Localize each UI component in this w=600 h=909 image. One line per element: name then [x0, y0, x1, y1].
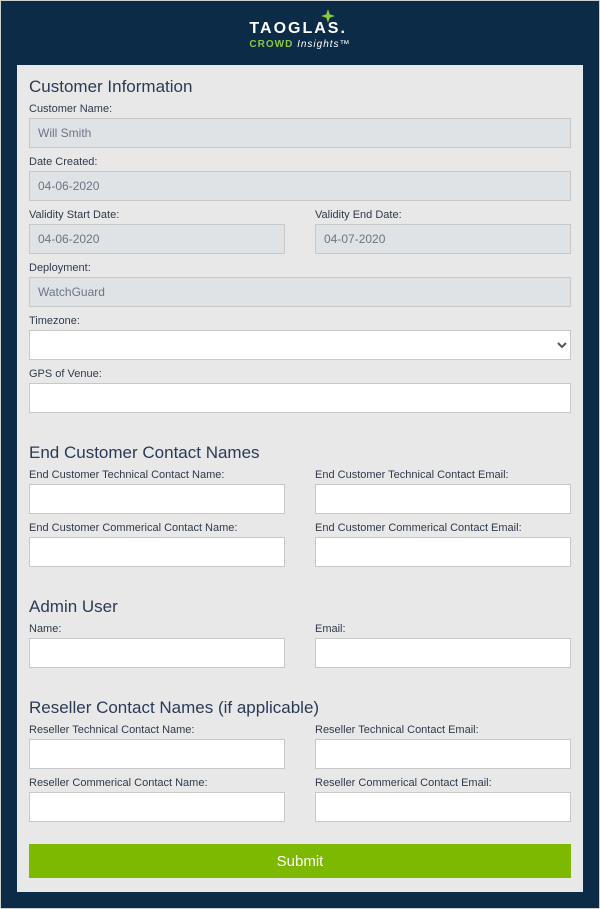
validity-start-input[interactable]: [29, 224, 285, 254]
label-rs-tech-name: Reseller Technical Contact Name:: [29, 724, 285, 736]
label-ec-comm-name: End Customer Commerical Contact Name:: [29, 522, 285, 534]
ec-comm-email-input[interactable]: [315, 537, 571, 567]
label-date-created: Date Created:: [29, 156, 571, 168]
brand-name: TAOGLAS.: [249, 21, 350, 37]
app-frame: TAOGLAS. CROWD Insights™ Customer Inform…: [0, 0, 600, 909]
rs-tech-name-input[interactable]: [29, 739, 285, 769]
submit-button[interactable]: Submit: [29, 844, 571, 878]
label-rs-comm-email: Reseller Commerical Contact Email:: [315, 777, 571, 789]
label-validity-end: Validity End Date:: [315, 209, 571, 221]
ec-tech-name-input[interactable]: [29, 484, 285, 514]
label-ec-tech-email: End Customer Technical Contact Email:: [315, 469, 571, 481]
rs-comm-email-input[interactable]: [315, 792, 571, 822]
label-customer-name: Customer Name:: [29, 103, 571, 115]
customer-name-input[interactable]: [29, 118, 571, 148]
label-timezone: Timezone:: [29, 315, 571, 327]
ec-tech-email-input[interactable]: [315, 484, 571, 514]
brand-subtitle: CROWD Insights™: [249, 39, 350, 51]
ec-comm-name-input[interactable]: [29, 537, 285, 567]
label-admin-name: Name:: [29, 623, 285, 635]
timezone-select[interactable]: [29, 330, 571, 360]
deployment-input[interactable]: [29, 277, 571, 307]
label-validity-start: Validity Start Date:: [29, 209, 285, 221]
section-customer-info: Customer Information: [29, 77, 571, 97]
label-ec-tech-name: End Customer Technical Contact Name:: [29, 469, 285, 481]
admin-name-input[interactable]: [29, 638, 285, 668]
validity-end-input[interactable]: [315, 224, 571, 254]
label-ec-comm-email: End Customer Commerical Contact Email:: [315, 522, 571, 534]
section-end-customer: End Customer Contact Names: [29, 443, 571, 463]
header: TAOGLAS. CROWD Insights™: [1, 1, 599, 60]
form-area: Customer Information Customer Name: Date…: [17, 65, 583, 892]
rs-comm-name-input[interactable]: [29, 792, 285, 822]
section-reseller: Reseller Contact Names (if applicable): [29, 698, 571, 718]
label-rs-comm-name: Reseller Commerical Contact Name:: [29, 777, 285, 789]
rs-tech-email-input[interactable]: [315, 739, 571, 769]
admin-email-input[interactable]: [315, 638, 571, 668]
brand-logo: TAOGLAS. CROWD Insights™: [249, 9, 350, 51]
label-deployment: Deployment:: [29, 262, 571, 274]
star-icon: [321, 9, 335, 23]
date-created-input[interactable]: [29, 171, 571, 201]
label-admin-email: Email:: [315, 623, 571, 635]
label-rs-tech-email: Reseller Technical Contact Email:: [315, 724, 571, 736]
label-gps: GPS of Venue:: [29, 368, 571, 380]
section-admin-user: Admin User: [29, 597, 571, 617]
gps-input[interactable]: [29, 383, 571, 413]
